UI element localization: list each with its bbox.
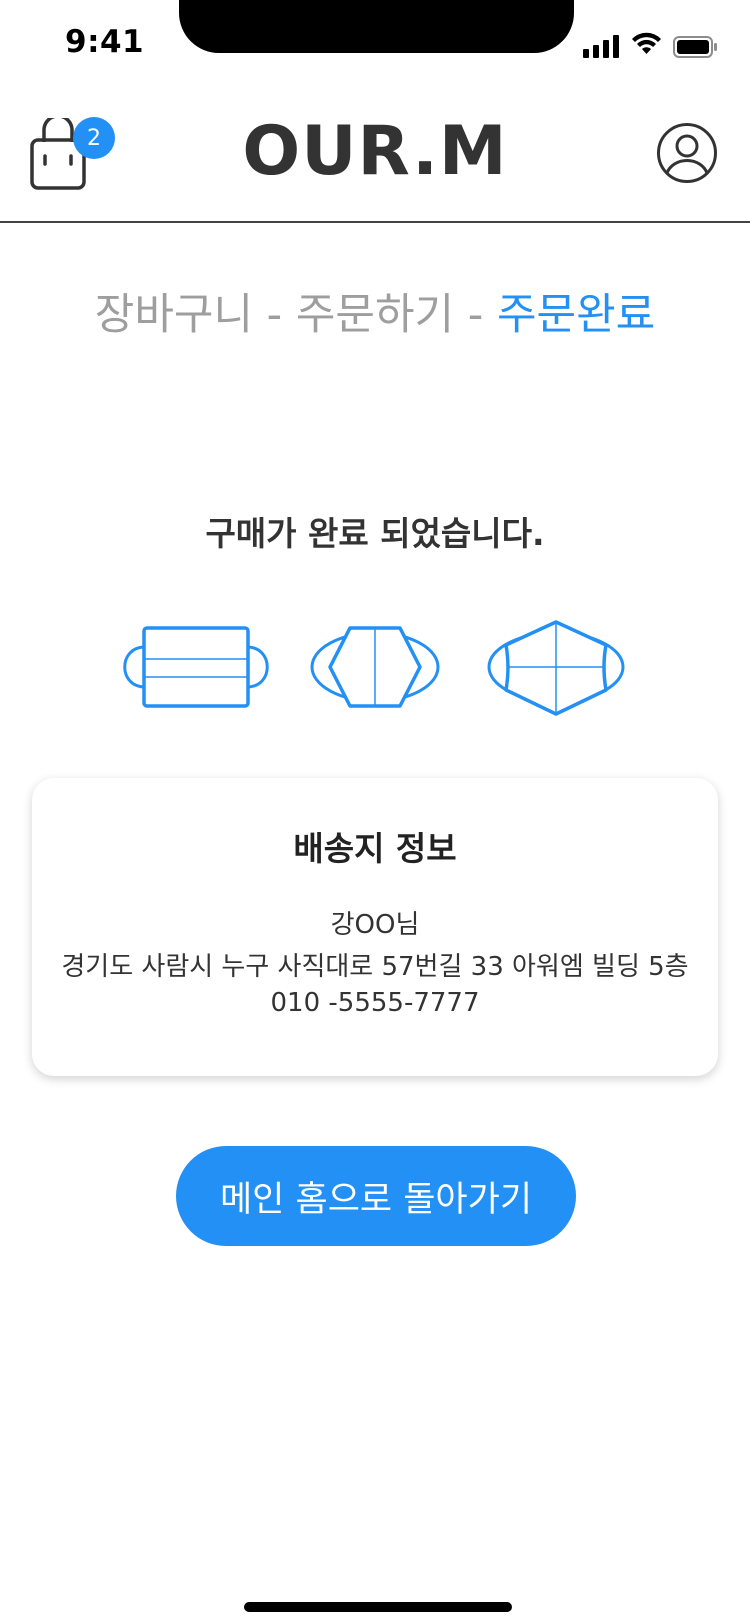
brand-logo[interactable]: OUR.M [175, 112, 575, 191]
kf94-mask-icon [487, 620, 625, 716]
shipping-info-title: 배송지 정보 [293, 829, 457, 868]
cellular-signal-icon [583, 34, 619, 58]
step-complete: 주문완료 [496, 290, 656, 340]
home-indicator [244, 1602, 512, 1612]
shipping-address: 경기도 사람시 누구 사직대로 57번길 33 아워엠 빌딩 5층 [61, 952, 689, 982]
flat-mask-icon [123, 626, 269, 708]
back-to-home-button[interactable]: 메인 홈으로 돌아가기 [176, 1146, 576, 1246]
fold-mask-icon [310, 626, 440, 708]
status-time: 9:41 [65, 24, 145, 60]
step-order: 주문하기 [295, 290, 455, 340]
user-circle-icon[interactable] [656, 122, 718, 184]
battery-icon [673, 36, 717, 58]
recipient-phone: 010 -5555-7777 [270, 988, 480, 1018]
cart-count-badge: 2 [73, 117, 115, 159]
step-separator: - [253, 290, 296, 340]
header-divider [0, 221, 750, 223]
wifi-icon [632, 32, 661, 54]
device-notch [179, 0, 574, 53]
recipient-name: 강OO님 [330, 910, 420, 940]
step-cart: 장바구니 [94, 290, 254, 340]
purchase-complete-title: 구매가 완료 되었습니다. [205, 514, 545, 553]
order-steps-breadcrumb: 장바구니 - 주문하기 - 주문완료 [0, 280, 750, 342]
mask-illustrations [123, 620, 625, 716]
step-separator: - [454, 290, 497, 340]
